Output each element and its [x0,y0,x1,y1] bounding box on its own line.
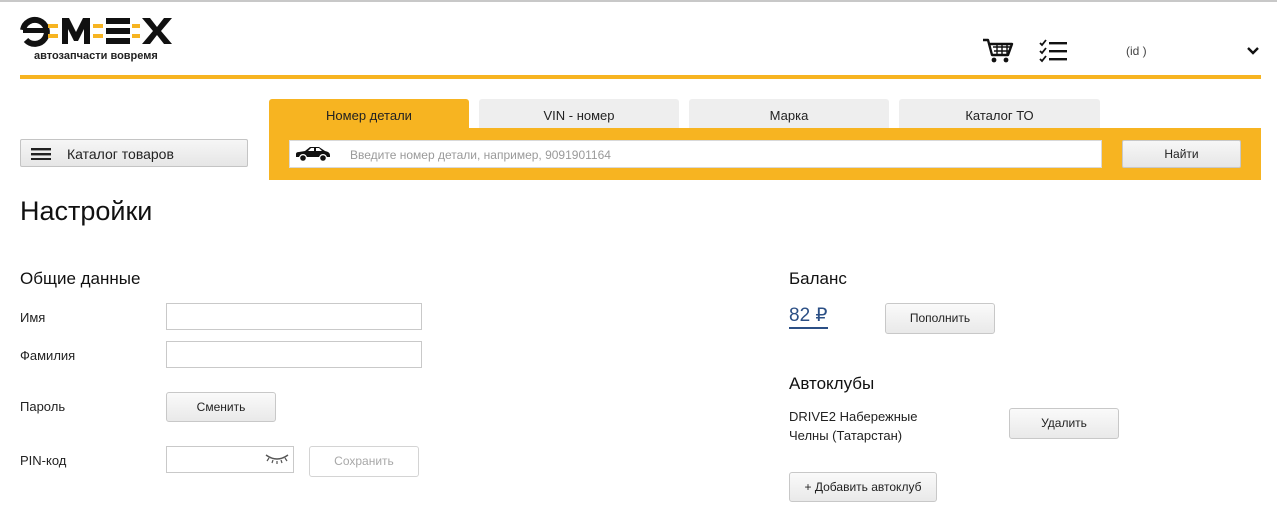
delete-autoclub-button[interactable]: Удалить [1009,408,1119,439]
password-label: Пароль [20,399,66,414]
user-id[interactable]: (id ) [1126,44,1147,58]
autoclubs-section-title: Автоклубы [789,374,875,393]
first-name-field[interactable] [166,303,422,330]
tab-maintenance-catalog[interactable]: Каталог ТО [899,99,1100,128]
balance-amount[interactable]: 82 ₽ [789,305,828,329]
hamburger-icon [31,148,51,160]
add-autoclub-button[interactable]: + Добавить автоклуб [789,472,937,502]
catalog-button-label: Каталог товаров [67,146,174,162]
car-icon [296,147,330,163]
shopping-cart-icon[interactable] [982,38,1014,64]
general-section-title: Общие данные [20,269,141,288]
tab-brand[interactable]: Марка [689,99,889,128]
catalog-button[interactable]: Каталог товаров [20,139,248,167]
pin-label: PIN-код [20,453,67,468]
last-name-field[interactable] [166,341,422,368]
tab-vin[interactable]: VIN - номер [479,99,679,128]
first-name-label: Имя [20,310,46,325]
top-border [0,0,1277,2]
header-divider [20,75,1261,79]
save-pin-button[interactable]: Сохранить [309,446,419,477]
eye-closed-icon[interactable] [264,452,290,464]
tab-part-number[interactable]: Номер детали [269,99,469,128]
part-number-search-input[interactable] [348,142,1092,168]
find-button[interactable]: Найти [1122,140,1241,168]
logo-tagline: автозапчасти вовремя [34,50,158,62]
change-password-button[interactable]: Сменить [166,392,276,422]
last-name-label: Фамилия [20,348,76,363]
page-title: Настройки [20,196,153,226]
chevron-down-icon[interactable] [1246,46,1260,56]
autoclub-name: DRIVE2 Набережные Челны (Татарстан) [789,409,918,443]
top-up-button[interactable]: Пополнить [885,303,995,334]
checklist-icon[interactable] [1038,38,1068,64]
balance-section-title: Баланс [789,269,847,288]
logo-mark [20,16,172,47]
